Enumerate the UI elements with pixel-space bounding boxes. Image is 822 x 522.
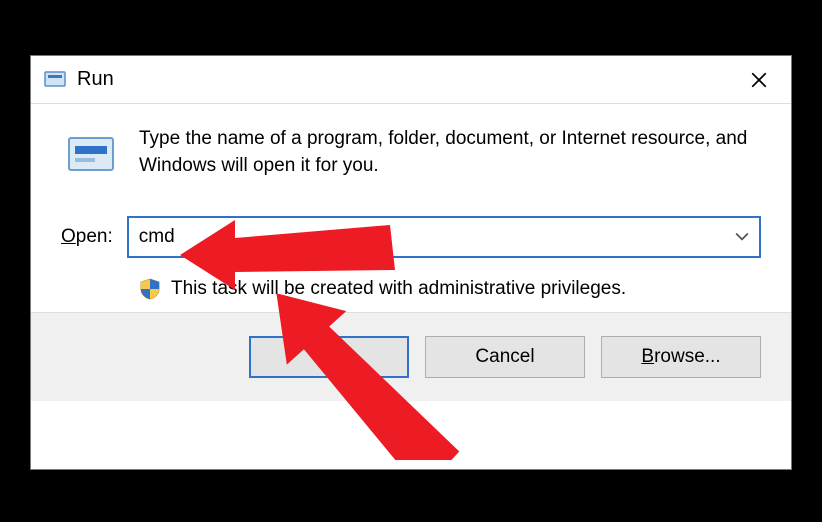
dialog-description: Type the name of a program, folder, docu… (139, 126, 761, 182)
shield-icon (139, 278, 161, 300)
run-large-icon (65, 130, 117, 182)
run-dialog: Run Type the name of a program, folder, … (30, 55, 792, 470)
admin-privileges-text: This task will be created with administr… (171, 278, 626, 300)
open-input-value: cmd (139, 226, 175, 248)
browse-button[interactable]: Browse... (601, 336, 761, 378)
ok-button[interactable]: OK (249, 336, 409, 378)
dialog-content: Type the name of a program, folder, docu… (31, 104, 791, 313)
chevron-down-icon[interactable] (735, 229, 749, 245)
dialog-footer: OK Cancel Browse... (31, 313, 791, 401)
titlebar: Run (31, 56, 791, 104)
run-app-icon (43, 68, 67, 92)
close-button[interactable] (735, 60, 783, 100)
open-input[interactable]: cmd (127, 216, 761, 258)
window-title: Run (77, 68, 735, 91)
open-label: Open: (61, 226, 113, 248)
cancel-button[interactable]: Cancel (425, 336, 585, 378)
